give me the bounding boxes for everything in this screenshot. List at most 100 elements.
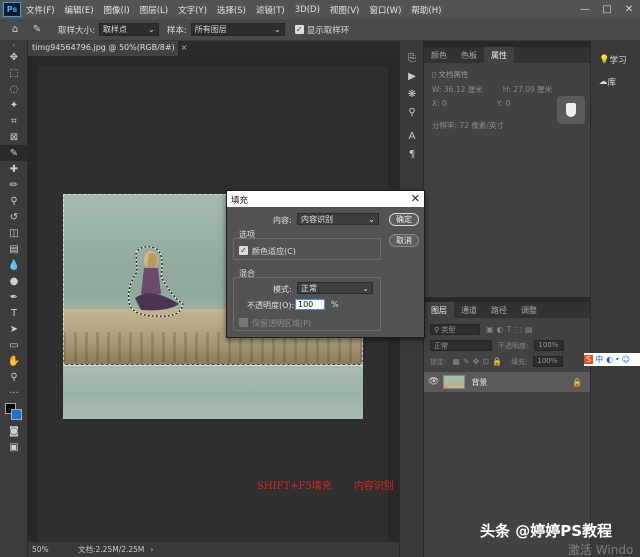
menu-file[interactable]: 文件(F) — [21, 4, 60, 16]
sample-size-label: 取样大小: — [58, 25, 95, 36]
chevron-down-icon: ⌄ — [148, 25, 155, 34]
content-select[interactable]: 内容识别 ⌄ — [297, 213, 379, 225]
dodge-tool-icon[interactable]: ● — [0, 273, 28, 289]
cancel-button[interactable]: 取消 — [389, 234, 419, 247]
filter-icons[interactable]: ▣◐T⬚▤ — [486, 325, 536, 334]
tab-paths[interactable]: 路径 — [484, 302, 514, 318]
history-panel-icon[interactable]: ⎘ — [400, 49, 424, 67]
eye-icon[interactable]: 👁 — [428, 377, 439, 387]
move-tool-icon[interactable]: ✥ — [0, 49, 28, 65]
quick-select-tool-icon[interactable]: ✦ — [0, 97, 28, 113]
blur-tool-icon[interactable]: 💧 — [0, 257, 28, 273]
document-size[interactable]: 文档:2.25M/2.25M — [78, 544, 144, 555]
zoom-tool-icon[interactable]: ⚲ — [0, 369, 28, 385]
ime-tool-icons[interactable]: ◐•☺ — [606, 355, 632, 364]
mode-select[interactable]: 正常 ⌄ — [297, 282, 373, 294]
menu-layer[interactable]: 图层(L) — [135, 4, 173, 16]
doc-props-title: 文档属性 — [438, 70, 469, 79]
layer-fill-input[interactable]: 100% — [533, 356, 564, 367]
quick-mask-icon[interactable]: ◙ — [0, 423, 28, 439]
blend-mode-select[interactable]: 正常 — [430, 340, 492, 351]
x-value: X: 0 — [432, 99, 447, 108]
clone-stamp-tool-icon[interactable]: ⚲ — [0, 193, 28, 209]
learn-label: 学习 — [609, 56, 627, 66]
dialog-title-bar[interactable]: 填充 ✕ — [227, 191, 424, 207]
mode-label: 模式: — [273, 285, 292, 294]
close-tab-icon[interactable]: × — [181, 43, 188, 52]
minimize-button[interactable]: — — [574, 4, 596, 15]
tab-layers[interactable]: 图层 — [424, 302, 454, 318]
path-select-tool-icon[interactable]: ➤ — [0, 321, 28, 337]
frame-tool-icon[interactable]: ⊠ — [0, 129, 28, 145]
opacity-input[interactable]: 100 — [295, 299, 325, 310]
maximize-button[interactable]: □ — [596, 4, 618, 15]
more-tools-icon[interactable]: ··· — [0, 385, 28, 401]
tab-swatches[interactable]: 色板 — [454, 47, 484, 63]
lasso-tool-icon[interactable]: ◌ — [0, 81, 28, 97]
sample-value: 所有图层 — [194, 25, 227, 34]
eraser-tool-icon[interactable]: ◫ — [0, 225, 28, 241]
sample-size-select[interactable]: 取样点 ⌄ — [98, 23, 159, 36]
history-brush-tool-icon[interactable]: ↺ — [0, 209, 28, 225]
menu-window[interactable]: 窗口(W) — [364, 4, 406, 16]
marquee-tool-icon[interactable]: ⬚ — [0, 65, 28, 81]
lock-icon: 🔒 — [572, 377, 582, 387]
menu-filter[interactable]: 滤镜(T) — [251, 4, 290, 16]
close-window-button[interactable]: ✕ — [618, 4, 640, 15]
ime-language[interactable]: 中 — [595, 354, 603, 365]
crop-tool-icon[interactable]: ⌗ — [0, 113, 28, 129]
menu-type[interactable]: 文字(Y) — [173, 4, 212, 16]
ime-toolbar[interactable]: S 中 ◐•☺ — [584, 353, 640, 366]
type-tool-icon[interactable]: T — [0, 305, 28, 321]
menu-edit[interactable]: 编辑(E) — [60, 4, 99, 16]
tab-properties[interactable]: 属性 — [484, 47, 514, 63]
ok-button[interactable]: 确定 — [389, 213, 419, 226]
preserve-transparency-checkbox[interactable] — [239, 318, 248, 327]
side-panel-strip: 💡 学习 ☁ 库 — [590, 41, 640, 557]
lock-icons[interactable]: ▦✎✥⊡🔒 — [452, 357, 505, 366]
menu-help[interactable]: 帮助(H) — [406, 4, 446, 16]
sample-select[interactable]: 所有图层 ⌄ — [190, 23, 285, 36]
zoom-level[interactable]: 50% — [32, 545, 72, 554]
screen-mode-icon[interactable]: ▣ — [0, 439, 28, 455]
shape-tool-icon[interactable]: ▭ — [0, 337, 28, 353]
color-swatches[interactable] — [0, 401, 27, 423]
color-adapt-checkbox[interactable]: ✓ — [239, 246, 248, 255]
tab-color[interactable]: 颜色 — [424, 47, 454, 63]
document-tab[interactable]: timg94564796.jpg @ 50%(RGB/8#) × — [28, 41, 187, 56]
tab-channels[interactable]: 通道 — [454, 302, 484, 318]
status-arrow-icon[interactable]: › — [150, 545, 153, 554]
kind-filter-select[interactable]: ⚲ 类型 — [430, 324, 480, 335]
character-panel-icon[interactable]: A — [400, 127, 424, 145]
brush-settings-icon[interactable]: ❋ — [400, 85, 424, 103]
tab-adjustments[interactable]: 调整 — [514, 302, 544, 318]
gradient-tool-icon[interactable]: ▤ — [0, 241, 28, 257]
home-icon[interactable]: ⌂ — [4, 22, 26, 38]
menu-image[interactable]: 图像(I) — [99, 4, 135, 16]
plugin-panel-icon[interactable] — [557, 96, 585, 124]
pen-tool-icon[interactable]: ✒ — [0, 289, 28, 305]
layer-row-background[interactable]: 👁 背景 🔒 — [424, 372, 590, 392]
eyedropper-tool-icon[interactable]: ✎ — [0, 145, 28, 161]
brush-tool-icon[interactable]: ✏ — [0, 177, 28, 193]
eyedropper-preset-icon[interactable]: ✎ — [26, 22, 48, 38]
status-bar: 50% 文档:2.25M/2.25M › — [28, 541, 399, 557]
close-icon[interactable]: ✕ — [411, 192, 420, 205]
library-button[interactable]: ☁ 库 — [591, 71, 640, 93]
learn-button[interactable]: 💡 学习 — [591, 49, 640, 71]
menu-select[interactable]: 选择(S) — [212, 4, 251, 16]
activate-windows-notice: 激活 Windo — [568, 543, 634, 557]
menu-view[interactable]: 视图(V) — [325, 4, 364, 16]
actions-panel-icon[interactable]: ▶ — [400, 67, 424, 85]
collapse-icon[interactable]: » — [0, 41, 28, 49]
hand-tool-icon[interactable]: ✋ — [0, 353, 28, 369]
clone-source-icon[interactable]: ⚲ — [400, 103, 424, 121]
lock-label: 锁定: — [430, 357, 447, 366]
menu-3d[interactable]: 3D(D) — [290, 5, 325, 15]
background-color-swatch[interactable] — [11, 409, 22, 420]
layer-opacity-input[interactable]: 100% — [534, 340, 565, 351]
blend-row: 正常 不透明度: 100% — [430, 340, 565, 351]
show-ring-checkbox[interactable]: ✓ — [294, 25, 304, 34]
healing-brush-tool-icon[interactable]: ✚ — [0, 161, 28, 177]
paragraph-panel-icon[interactable]: ¶ — [400, 145, 424, 163]
